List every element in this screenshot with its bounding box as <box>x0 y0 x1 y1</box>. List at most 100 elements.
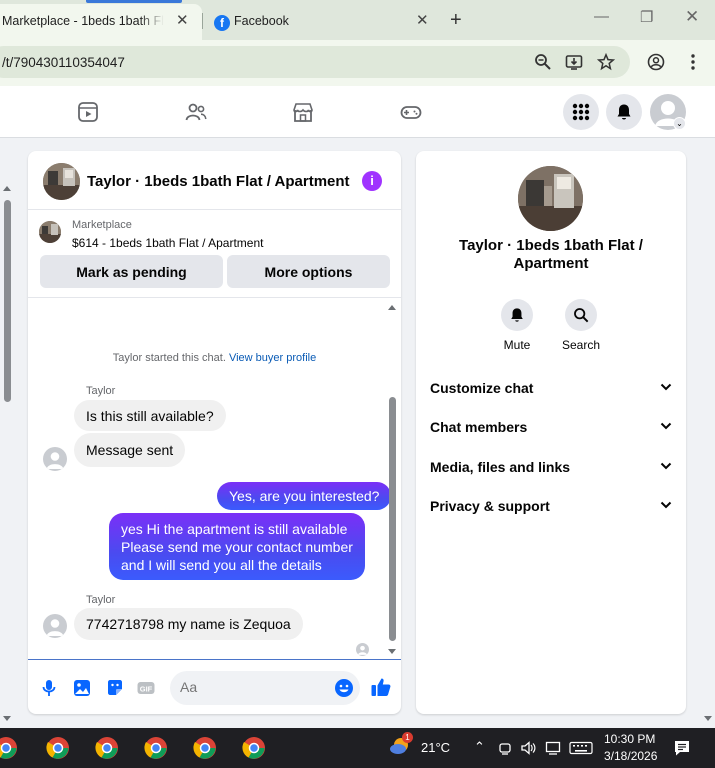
weather-widget[interactable]: 1 <box>389 732 413 757</box>
message-bubble[interactable]: Is this still available? <box>74 400 226 431</box>
thumbs-up-icon[interactable] <box>370 676 392 698</box>
photo-icon[interactable] <box>72 678 92 698</box>
notifications-center-icon[interactable] <box>673 739 691 757</box>
gaming-icon[interactable] <box>400 101 422 123</box>
page-scrollbar[interactable] <box>0 138 14 728</box>
scroll-up-arrow[interactable] <box>3 186 11 191</box>
sender-name: Taylor <box>86 385 116 397</box>
apartment-photo <box>39 221 61 243</box>
default-avatar-icon <box>46 619 64 636</box>
facebook-top-nav: ⌄ <box>0 86 715 138</box>
restore-icon[interactable]: ❐ <box>640 8 653 26</box>
listing-thumbnail[interactable] <box>39 221 61 243</box>
marketplace-label: Marketplace <box>72 219 132 231</box>
chrome-app-icon[interactable] <box>46 736 70 760</box>
clock-time[interactable]: 10:30 PM <box>604 732 655 746</box>
emoji-icon[interactable] <box>334 678 354 698</box>
clock-date[interactable]: 3/18/2026 <box>604 749 657 763</box>
chat-info-panel: Taylor · 1beds 1bath Flat / Apartment Mu… <box>416 151 686 714</box>
close-window-icon[interactable]: ✕ <box>685 7 699 27</box>
message-bubble[interactable]: Message sent <box>74 433 186 467</box>
groups-icon[interactable] <box>185 101 207 123</box>
sender-name: Taylor <box>86 594 116 606</box>
chrome-app-icon[interactable] <box>0 736 18 760</box>
chat-started-text: Taylor started this chat. <box>112 352 226 364</box>
message-list[interactable]: Taylor started this chat. View buyer pro… <box>28 299 401 659</box>
chevron-up-icon[interactable]: ⌃ <box>474 739 485 755</box>
chevron-down-icon <box>660 422 672 430</box>
scrollbar-thumb[interactable] <box>4 200 11 402</box>
facebook-icon: f <box>214 15 230 31</box>
chat-window: Taylor · 1beds 1bath Flat / Apartment i … <box>28 151 401 714</box>
chat-header: Taylor · 1beds 1bath Flat / Apartment i <box>28 151 401 210</box>
new-tab-button[interactable]: + <box>450 9 462 32</box>
account-avatar[interactable]: ⌄ <box>650 94 686 130</box>
apartment-photo <box>43 163 80 200</box>
minimize-icon[interactable]: — <box>594 8 609 25</box>
message-input-box[interactable] <box>170 671 360 705</box>
sticker-icon[interactable] <box>105 678 125 698</box>
search-icon <box>565 299 597 331</box>
tab-marketplace[interactable]: Marketplace - 1beds 1bath Flat ✕ <box>0 0 202 40</box>
message-bubble[interactable]: 7742718798 my name is Zequoa <box>74 608 303 640</box>
chevron-down-icon <box>660 501 672 509</box>
keyboard-icon[interactable] <box>569 741 593 755</box>
info-panel-title: Taylor · 1beds 1bath Flat / Apartment <box>416 237 686 273</box>
scroll-down-arrow[interactable] <box>3 716 11 721</box>
message-bubble[interactable]: Yes, are you interested? <box>217 482 392 510</box>
marketplace-icon[interactable] <box>292 101 314 123</box>
meet-now-icon[interactable] <box>498 741 512 755</box>
profile-icon[interactable] <box>647 53 665 71</box>
marketplace-listing-card: Marketplace $614 - 1beds 1bath Flat / Ap… <box>28 211 401 298</box>
chrome-app-icon[interactable] <box>242 736 266 760</box>
listing-avatar[interactable] <box>43 163 80 200</box>
install-app-icon[interactable] <box>565 53 583 71</box>
default-avatar-icon <box>357 645 368 655</box>
temperature-text[interactable]: 21°C <box>421 740 450 755</box>
section-label: Privacy & support <box>430 498 550 514</box>
tab-facebook[interactable]: f Facebook ✕ <box>202 4 442 40</box>
listing-profile-photo[interactable] <box>518 166 583 231</box>
network-icon[interactable] <box>545 740 561 756</box>
chat-scroll-down-arrow[interactable] <box>388 649 396 654</box>
chat-scroll-up-arrow[interactable] <box>388 305 396 310</box>
right-scroll-down-arrow[interactable] <box>704 716 712 721</box>
chat-scrollbar-thumb[interactable] <box>389 397 396 641</box>
url-text[interactable]: /t/790430110354047 <box>2 55 125 70</box>
mark-as-pending-button[interactable]: Mark as pending <box>40 255 223 288</box>
info-icon[interactable]: i <box>362 171 382 191</box>
menu-dots-icon[interactable] <box>684 53 702 71</box>
chat-title[interactable]: Taylor · 1beds 1bath Flat / Apartment <box>87 173 350 190</box>
chrome-app-icon[interactable] <box>193 736 217 760</box>
bookmark-star-icon[interactable] <box>597 53 615 71</box>
zoom-icon[interactable] <box>534 53 552 71</box>
taylor-avatar[interactable] <box>43 614 67 638</box>
message-bubble[interactable]: yes Hi the apartment is still available … <box>109 513 365 580</box>
menu-grid-button[interactable] <box>563 94 599 130</box>
privacy-support-section[interactable]: Privacy & support <box>430 498 672 518</box>
tab-title: Marketplace - 1beds 1bath Flat <box>2 14 164 28</box>
mute-button[interactable]: Mute <box>487 299 547 352</box>
browser-tab-strip: Marketplace - 1beds 1bath Flat ✕ f Faceb… <box>0 0 715 40</box>
media-files-links-section[interactable]: Media, files and links <box>430 459 672 479</box>
volume-icon[interactable] <box>520 740 536 756</box>
watch-video-icon[interactable] <box>77 101 99 123</box>
close-icon[interactable]: ✕ <box>416 11 429 29</box>
search-button[interactable]: Search <box>551 299 611 352</box>
tab-title: Facebook <box>234 14 289 28</box>
bell-icon <box>617 104 631 120</box>
more-options-button[interactable]: More options <box>227 255 390 288</box>
bell-icon <box>501 299 533 331</box>
customize-chat-section[interactable]: Customize chat <box>430 380 672 400</box>
close-icon[interactable]: ✕ <box>176 11 189 29</box>
chat-members-section[interactable]: Chat members <box>430 419 672 439</box>
message-input[interactable] <box>180 679 330 695</box>
view-buyer-profile-link[interactable]: View buyer profile <box>229 352 316 364</box>
chrome-app-icon[interactable] <box>144 736 168 760</box>
listing-title[interactable]: $614 - 1beds 1bath Flat / Apartment <box>72 236 263 250</box>
chrome-app-icon[interactable] <box>95 736 119 760</box>
notifications-button[interactable] <box>606 94 642 130</box>
taylor-avatar[interactable] <box>43 447 67 471</box>
microphone-icon[interactable] <box>39 678 59 698</box>
gif-icon[interactable]: GIF <box>136 678 156 698</box>
